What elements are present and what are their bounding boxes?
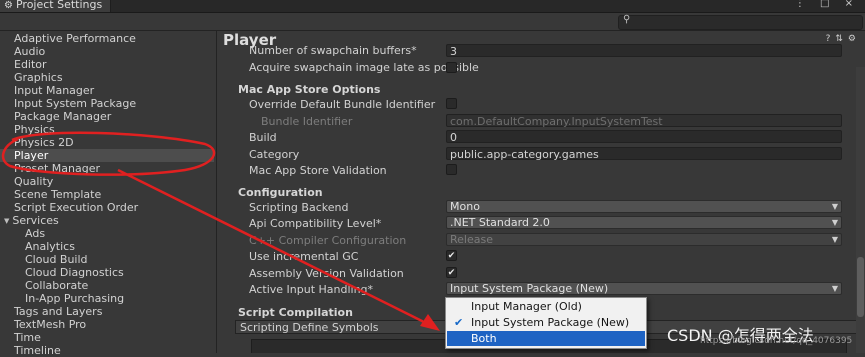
sidebar-item-editor[interactable]: Editor (14, 58, 47, 71)
window-controls[interactable]: ⋮ □ × (795, 0, 859, 11)
mac-validation-checkbox[interactable] (446, 164, 457, 175)
gear-icon: ⚙ (4, 0, 13, 11)
dropdown-value: Mono (450, 200, 480, 213)
sidebar-item-scene-template[interactable]: Scene Template (14, 188, 101, 201)
mac-validation-label: Mac App Store Validation (249, 164, 387, 177)
dropdown-value: Release (450, 233, 493, 246)
build-field[interactable]: 0 (446, 130, 842, 144)
blog-url-watermark: https://blog.csdn.net/qq_4076395 (700, 336, 853, 346)
panel-header-icons: ?⇅⚙ (826, 34, 861, 44)
sidebar-item-quality[interactable]: Quality (14, 175, 53, 188)
acquire-late-checkbox[interactable] (446, 62, 457, 73)
menu-item-input-system-new[interactable]: ✔ Input System Package (New) (447, 315, 645, 330)
sidebar-item-script-execution-order[interactable]: Script Execution Order (14, 201, 138, 214)
settings-sidebar: Adaptive Performance Audio Editor Graphi… (0, 31, 217, 357)
sidebar-item-label: Services (12, 214, 59, 227)
sidebar-item-audio[interactable]: Audio (14, 45, 45, 58)
category-label: Category (249, 148, 300, 161)
sidebar-item-player[interactable]: Player (0, 149, 214, 162)
sidebar-item-physics[interactable]: Physics (14, 123, 55, 136)
cpp-config-label: C++ Compiler Configuration (249, 234, 407, 247)
sidebar-item-collaborate[interactable]: Collaborate (25, 279, 88, 292)
incremental-gc-label: Use incremental GC (249, 250, 359, 263)
acquire-late-label: Acquire swapchain image late as possible (249, 61, 479, 74)
scrollbar-thumb[interactable] (857, 257, 864, 317)
chevron-down-icon: ▼ (831, 202, 838, 211)
sidebar-item-preset-manager[interactable]: Preset Manager (14, 162, 100, 175)
panel-scrollbar[interactable] (856, 67, 865, 353)
dropdown-value: Input System Package (New) (450, 282, 609, 295)
preset-icon[interactable]: ⇅ (835, 34, 848, 44)
override-bundle-checkbox[interactable] (446, 98, 457, 109)
tab-project-settings[interactable]: ⚙ Project Settings (0, 0, 112, 12)
bundle-identifier-label: Bundle Identifier (261, 115, 353, 128)
sidebar-item-cloud-diagnostics[interactable]: Cloud Diagnostics (25, 266, 124, 279)
api-level-label: Api Compatibility Level* (249, 217, 382, 230)
menu-item-input-manager-old[interactable]: Input Manager (Old) (447, 299, 645, 314)
bundle-identifier-field: com.DefaultCompany.InputSystemTest (446, 114, 842, 128)
sidebar-item-tags-and-layers[interactable]: Tags and Layers (14, 305, 102, 318)
chevron-down-icon: ▼ (831, 235, 838, 244)
assembly-validation-checkbox[interactable]: ✔ (446, 267, 457, 278)
window-titlebar: ⚙ Project Settings ⋮ □ × (0, 0, 865, 13)
settings-gear-icon[interactable]: ⚙ (848, 34, 861, 44)
build-label: Build (249, 131, 277, 144)
chevron-down-icon: ▼ (831, 218, 838, 227)
window-title: Project Settings (15, 0, 103, 11)
expand-triangle-icon[interactable]: ▼ (4, 215, 9, 228)
override-bundle-label: Override Default Bundle Identifier (249, 98, 436, 111)
assembly-validation-label: Assembly Version Validation (249, 267, 404, 280)
script-compilation-section: Script Compilation (238, 306, 353, 319)
active-input-popup-menu: Input Manager (Old) ✔ Input System Packag… (445, 297, 647, 349)
sidebar-item-adaptive-performance[interactable]: Adaptive Performance (14, 32, 136, 45)
incremental-gc-checkbox[interactable]: ✔ (446, 250, 457, 261)
cpp-config-dropdown: Release ▼ (446, 233, 842, 246)
sidebar-item-input-system-package[interactable]: Input System Package (14, 97, 136, 110)
sidebar-item-services[interactable]: ▼ Services (4, 214, 59, 227)
swapchain-buffers-field[interactable]: 3 (446, 44, 842, 58)
sidebar-item-graphics[interactable]: Graphics (14, 71, 63, 84)
help-icon[interactable]: ? (826, 34, 836, 44)
mac-app-store-section: Mac App Store Options (238, 83, 381, 96)
settings-search-bar: ⚲ (0, 13, 865, 31)
sidebar-item-time[interactable]: Time (14, 331, 41, 344)
sidebar-item-physics-2d[interactable]: Physics 2D (14, 136, 74, 149)
sidebar-item-package-manager[interactable]: Package Manager (14, 110, 111, 123)
scripting-backend-dropdown[interactable]: Mono ▼ (446, 200, 842, 213)
scripting-backend-label: Scripting Backend (249, 201, 349, 214)
api-level-dropdown[interactable]: .NET Standard 2.0 ▼ (446, 216, 842, 229)
checkmark-icon: ✔ (454, 316, 464, 329)
sidebar-item-ads[interactable]: Ads (25, 227, 45, 240)
sidebar-item-input-manager[interactable]: Input Manager (14, 84, 94, 97)
configuration-section: Configuration (238, 186, 323, 199)
category-field[interactable]: public.app-category.games (446, 147, 842, 161)
dropdown-value: .NET Standard 2.0 (450, 216, 550, 229)
search-input[interactable]: ⚲ (618, 14, 863, 30)
sidebar-item-textmesh-pro[interactable]: TextMesh Pro (14, 318, 86, 331)
active-input-label: Active Input Handling* (249, 283, 374, 296)
chevron-down-icon: ▼ (831, 284, 838, 293)
sidebar-item-in-app-purchasing[interactable]: In-App Purchasing (25, 292, 124, 305)
sidebar-item-timeline[interactable]: Timeline (14, 344, 61, 357)
menu-item-both[interactable]: Both (447, 331, 645, 346)
active-input-dropdown[interactable]: Input System Package (New) ▼ (446, 282, 842, 295)
swapchain-buffers-label: Number of swapchain buffers* (249, 44, 417, 57)
sidebar-item-analytics[interactable]: Analytics (25, 240, 75, 253)
search-icon: ⚲ (623, 14, 631, 25)
sidebar-item-cloud-build[interactable]: Cloud Build (25, 253, 88, 266)
